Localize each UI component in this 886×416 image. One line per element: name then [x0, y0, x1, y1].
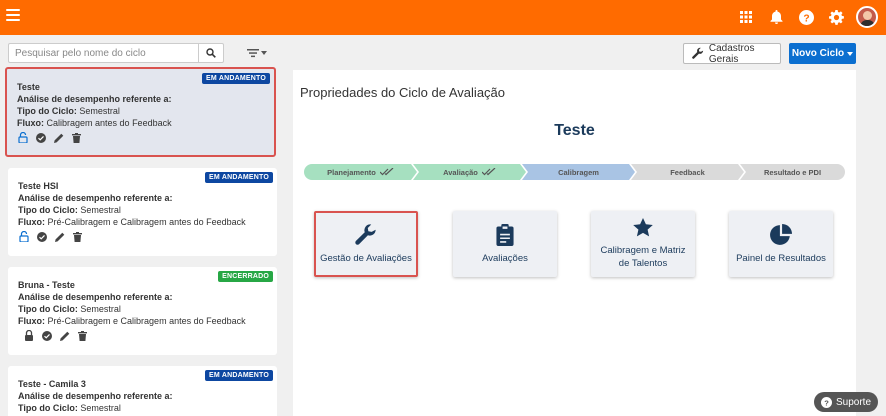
help-icon: ? [820, 396, 832, 408]
analysis-label: Análise de desempenho referente a: [18, 292, 173, 302]
search-button[interactable] [198, 43, 224, 63]
workflow-stepper: Planejamento Avaliação Calibragem Feedba… [304, 164, 845, 180]
search-icon [206, 48, 216, 58]
cycle-type-label: Tipo do Ciclo: [18, 304, 78, 314]
cadastros-gerais-label: Cadastros Gerais [708, 42, 755, 65]
pie-chart-icon [770, 223, 792, 245]
tile-label: Gestão de Avaliações [320, 252, 412, 264]
clipboard-icon [496, 223, 514, 246]
menu-icon[interactable] [6, 9, 20, 23]
calibragem-matriz-tile[interactable]: Calibragem e Matriz de Talentos [591, 211, 695, 277]
analysis-label: Análise de desempenho referente a: [17, 94, 172, 104]
svg-text:?: ? [824, 398, 829, 407]
flow-value: Pré-Calibragem e Calibragem antes do Fee… [47, 217, 246, 227]
tile-label: Painel de Resultados [736, 252, 826, 264]
step-label: Avaliação [443, 167, 478, 177]
status-circle-icon[interactable] [35, 132, 46, 143]
cycle-type-label: Tipo do Ciclo: [18, 205, 78, 215]
cycle-properties-panel: Propriedades do Ciclo de Avaliação Teste… [293, 70, 856, 416]
step-planejamento[interactable]: Planejamento [304, 164, 417, 180]
support-button[interactable]: ? Suporte [814, 392, 878, 412]
step-label: Calibragem [558, 167, 599, 177]
gestao-avaliacoes-tile[interactable]: Gestão de Avaliações [314, 211, 418, 277]
bell-icon[interactable] [766, 7, 786, 27]
page-title: Propriedades do Ciclo de Avaliação [300, 85, 506, 100]
cycle-type-label: Tipo do Ciclo: [18, 403, 78, 413]
caret-down-icon [847, 51, 854, 56]
flow-label: Fluxo: [18, 217, 45, 227]
tile-label: Calibragem e Matriz de Talentos [600, 245, 686, 269]
step-label: Feedback [670, 167, 705, 177]
gear-icon[interactable] [826, 7, 846, 27]
flow-value: Calibragem antes do Feedback [46, 118, 172, 128]
flow-label: Fluxo: [17, 118, 44, 128]
wrench-icon [692, 47, 704, 59]
step-feedback[interactable]: Feedback [631, 164, 744, 180]
cycle-type-value: Semestral [79, 106, 120, 116]
cycle-type-value: Semestral [80, 304, 121, 314]
unlock-icon[interactable] [17, 132, 28, 143]
search-input[interactable] [8, 43, 198, 63]
flow-label: Fluxo: [18, 316, 45, 326]
caret-down-icon [261, 51, 267, 55]
status-badge: EM ANDAMENTO [205, 172, 273, 183]
cycle-card[interactable]: ENCERRADO Bruna - Teste Análise de desem… [8, 267, 277, 355]
trash-icon[interactable] [77, 330, 88, 341]
unlock-icon[interactable] [18, 231, 29, 242]
lock-icon[interactable] [23, 330, 34, 341]
step-label: Planejamento [327, 167, 376, 177]
avaliacoes-tile[interactable]: Avaliações [453, 211, 557, 277]
cadastros-gerais-button[interactable]: Cadastros Gerais [683, 42, 781, 65]
cycle-card[interactable]: EM ANDAMENTO Teste HSI Análise de desemp… [8, 168, 277, 256]
status-badge: ENCERRADO [218, 271, 273, 282]
wrench-icon [355, 223, 376, 245]
cycle-type-value: Semestral [80, 403, 121, 413]
star-icon [633, 218, 653, 237]
status-badge: EM ANDAMENTO [202, 73, 270, 84]
apps-grid-icon[interactable] [736, 7, 756, 27]
top-bar: ? [0, 0, 886, 35]
cycle-card[interactable]: EM ANDAMENTO Teste - Camila 3 Análise de… [8, 366, 277, 416]
status-circle-icon[interactable] [36, 231, 47, 242]
svg-text:?: ? [803, 13, 809, 24]
double-check-icon [482, 168, 496, 176]
status-circle-icon[interactable] [41, 330, 52, 341]
status-badge: EM ANDAMENTO [205, 370, 273, 381]
cycle-name: Teste [554, 122, 595, 139]
edit-pencil-icon[interactable] [54, 231, 65, 242]
tile-label: Avaliações [482, 252, 528, 264]
painel-resultados-tile[interactable]: Painel de Resultados [729, 211, 833, 277]
filter-button[interactable] [247, 46, 271, 60]
trash-icon[interactable] [71, 132, 82, 143]
step-resultado-pdi[interactable]: Resultado e PDI [740, 164, 845, 180]
support-label: Suporte [835, 396, 872, 408]
edit-pencil-icon[interactable] [53, 132, 64, 143]
help-icon[interactable]: ? [796, 7, 816, 27]
flow-value: Pré-Calibragem e Calibragem antes do Fee… [47, 316, 246, 326]
cycle-type-label: Tipo do Ciclo: [17, 106, 77, 116]
trash-icon[interactable] [72, 231, 83, 242]
step-avaliacao[interactable]: Avaliação [413, 164, 526, 180]
novo-ciclo-button[interactable]: Novo Ciclo [789, 43, 856, 64]
step-calibragem[interactable]: Calibragem [522, 164, 635, 180]
analysis-label: Análise de desempenho referente a: [18, 391, 173, 401]
analysis-label: Análise de desempenho referente a: [18, 193, 173, 203]
novo-ciclo-label: Novo Ciclo [791, 48, 845, 59]
filter-icon [247, 49, 259, 58]
cycle-type-value: Semestral [80, 205, 121, 215]
user-avatar[interactable] [856, 6, 878, 28]
edit-pencil-icon[interactable] [59, 330, 70, 341]
double-check-icon [380, 168, 394, 176]
step-label: Resultado e PDI [763, 167, 822, 177]
cycle-card[interactable]: EM ANDAMENTO Teste Análise de desempenho… [5, 67, 276, 157]
